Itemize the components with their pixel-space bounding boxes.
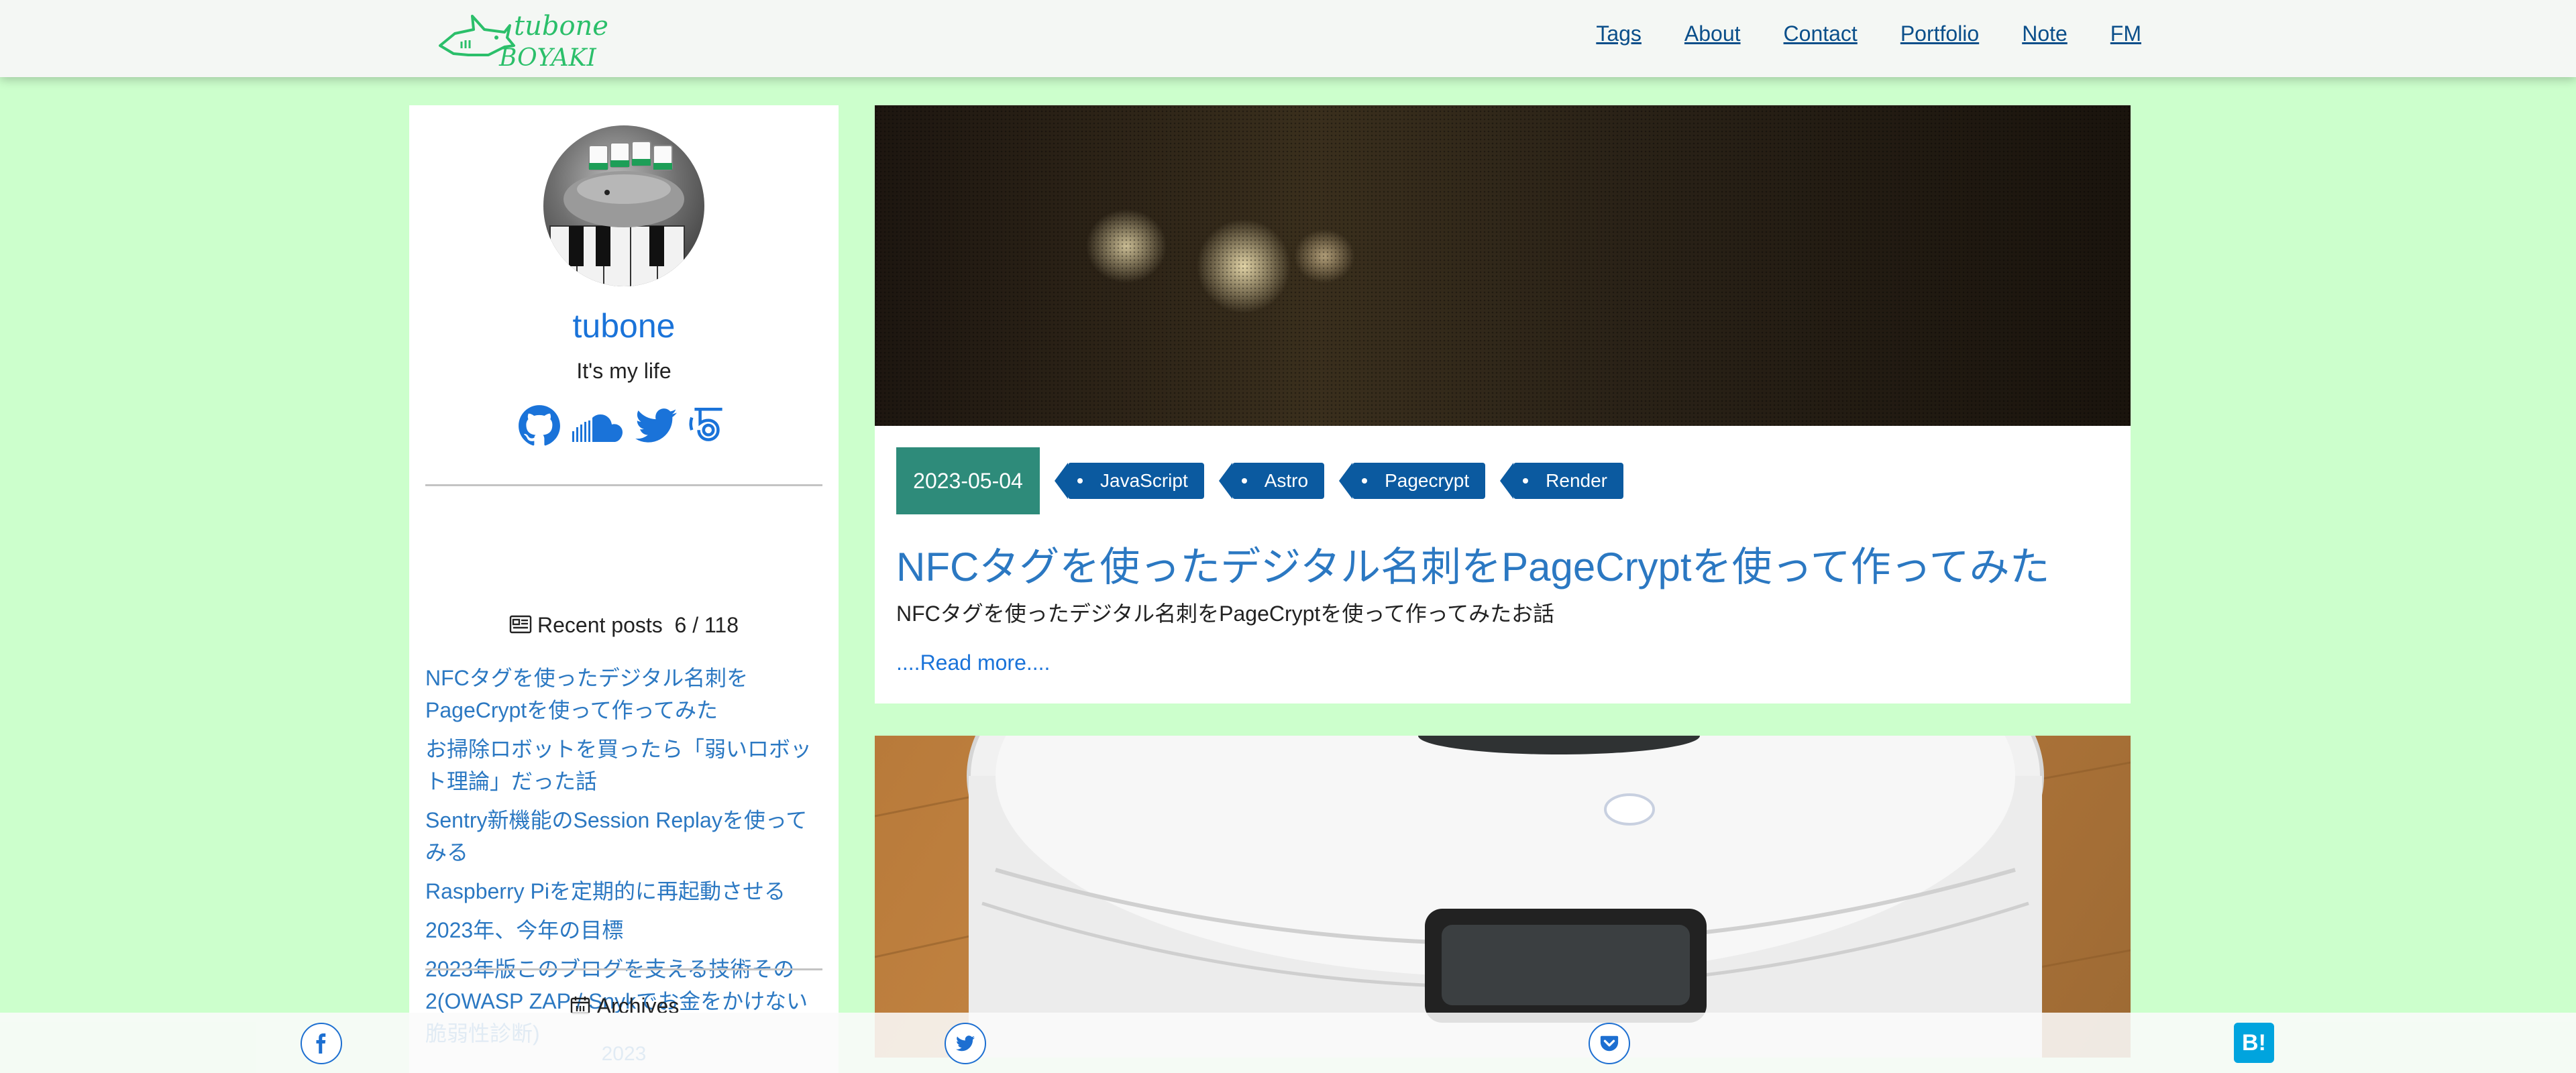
recent-posts-count: 6 / 118 [674, 613, 739, 637]
nav-link-portfolio[interactable]: Portfolio [1900, 21, 1979, 46]
avatar [543, 125, 704, 286]
svg-text:BOYAKI: BOYAKI [498, 44, 597, 70]
social-links [409, 404, 839, 448]
recent-posts-title: Recent posts [537, 613, 663, 637]
tag-pagecrypt[interactable]: Pagecrypt [1339, 463, 1486, 499]
hatena-bookmark-button[interactable]: B! [2234, 1023, 2274, 1063]
facebook-icon [316, 1033, 326, 1054]
robot-vacuum-image-icon [875, 736, 2131, 1058]
recent-post-link[interactable]: Raspberry Piを定期的に再起動させる [425, 875, 822, 907]
pocket-icon [1600, 1035, 1619, 1052]
nav-link-about[interactable]: About [1684, 21, 1741, 46]
nav-link-tags[interactable]: Tags [1596, 21, 1642, 46]
divider [425, 968, 822, 970]
recent-post-link[interactable]: Sentry新機能のSession Replayを使ってみる [425, 804, 822, 868]
nav-link-fm[interactable]: FM [2110, 21, 2141, 46]
tag-javascript[interactable]: JavaScript [1055, 463, 1204, 499]
recent-post-link[interactable]: お掃除ロボットを買ったら「弱いロボット理論」だった話 [425, 733, 822, 797]
post-hero-image[interactable] [875, 105, 2131, 426]
share-bar: B! [0, 1013, 2576, 1073]
newspaper-icon [509, 614, 532, 634]
post-hero-image[interactable] [875, 736, 2131, 1058]
author-bio: It's my life [576, 359, 672, 383]
svg-text:tubone: tubone [514, 11, 608, 42]
recent-posts-heading: Recent posts 6 / 118 [409, 613, 839, 638]
post-title[interactable]: NFCタグを使ったデジタル名刺をPageCryptを使って作ってみた [896, 534, 2050, 593]
read-more-link[interactable]: ....Read more.... [896, 651, 1050, 675]
site-header: tubone BOYAKI Tags About Contact Portfol… [0, 0, 2576, 77]
post-excerpt: NFCタグを使ったデジタル名刺をPageCryptを使って作ってみたお話 [896, 602, 1555, 626]
html5-icon[interactable] [686, 404, 731, 448]
recent-post-link[interactable]: 2023年、今年の目標 [425, 914, 822, 946]
twitter-icon[interactable] [634, 404, 678, 448]
twitter-icon [955, 1035, 975, 1052]
tag-astro[interactable]: Astro [1218, 463, 1325, 499]
sidebar: tubone It's my life Recent posts 6 / 118… [409, 105, 839, 1073]
site-logo[interactable]: tubone BOYAKI [435, 7, 623, 72]
main-nav: Tags About Contact Portfolio Note FM [1596, 21, 2141, 46]
twitter-share-button[interactable] [945, 1023, 986, 1064]
tag-render[interactable]: Render [1500, 463, 1623, 499]
github-icon[interactable] [517, 404, 561, 448]
shark-logo-icon: tubone BOYAKI [439, 11, 608, 72]
soundcloud-icon[interactable] [570, 404, 626, 448]
pocket-share-button[interactable] [1589, 1023, 1630, 1064]
nav-link-contact[interactable]: Contact [1784, 21, 1858, 46]
post-card [875, 736, 2131, 1058]
facebook-share-button[interactable] [301, 1023, 342, 1064]
post-date-badge: 2023-05-04 [896, 447, 1040, 514]
divider [425, 484, 822, 486]
avatar-photo-icon [549, 141, 685, 286]
recent-post-link[interactable]: NFCタグを使ったデジタル名刺をPageCryptを使って作ってみた [425, 662, 822, 726]
author-name[interactable]: tubone [409, 306, 839, 345]
nav-link-note[interactable]: Note [2022, 21, 2068, 46]
post-meta: 2023-05-04 JavaScript Astro Pagecrypt Re… [896, 447, 1623, 514]
post-card: 2023-05-04 JavaScript Astro Pagecrypt Re… [875, 105, 2131, 703]
